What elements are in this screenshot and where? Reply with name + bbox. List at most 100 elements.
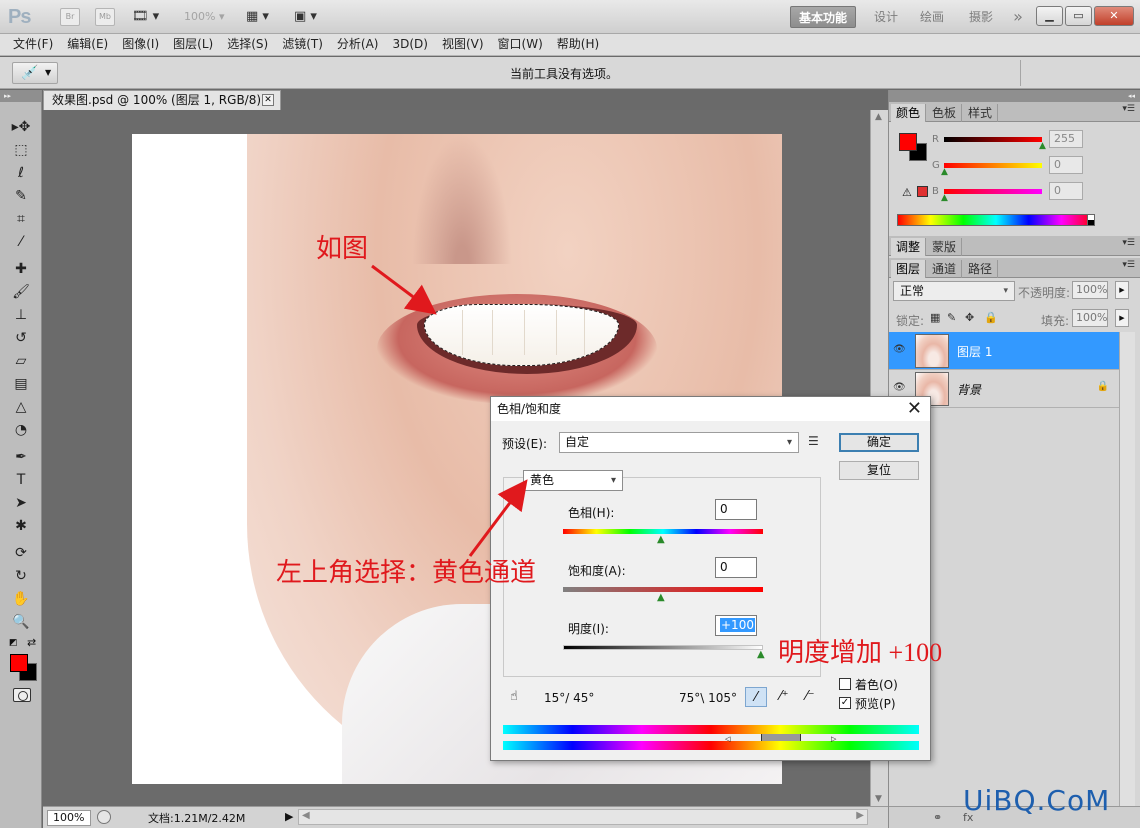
close-icon[interactable]: ✕: [1094, 6, 1134, 26]
foreground-color-swatch[interactable]: [899, 133, 917, 151]
panel-collapse-icon[interactable]: ▸▸: [0, 90, 41, 102]
menu-select[interactable]: 选择(S): [220, 34, 275, 55]
red-slider[interactable]: [944, 137, 1042, 142]
quick-selection-tool-icon[interactable]: ✎: [8, 185, 34, 207]
tab-paths[interactable]: 路径: [963, 260, 999, 278]
preview-checkbox[interactable]: ✓: [839, 697, 851, 709]
scroll-right-icon[interactable]: ▶: [856, 810, 864, 821]
pen-tool-icon[interactable]: ✒: [8, 446, 34, 468]
tab-channels[interactable]: 通道: [927, 260, 963, 278]
tab-styles[interactable]: 样式: [963, 104, 999, 122]
link-layers-icon[interactable]: ⚭: [933, 811, 942, 824]
saturation-slider-thumb[interactable]: ▲: [657, 592, 665, 603]
eyedropper-icon[interactable]: ⁄: [745, 687, 767, 707]
lightness-slider-track[interactable]: [563, 645, 763, 650]
zoom-tool-icon[interactable]: 🔍: [8, 611, 34, 633]
red-slider-thumb[interactable]: ▲: [1039, 141, 1046, 151]
tab-adjustments[interactable]: 调整: [891, 238, 927, 256]
tab-layers[interactable]: 图层: [891, 260, 927, 278]
lightness-input[interactable]: +100: [715, 615, 757, 636]
eyedropper-tool-icon[interactable]: ⁄: [8, 231, 34, 253]
menu-edit[interactable]: 编辑(E): [60, 34, 115, 55]
green-value[interactable]: 0: [1049, 156, 1083, 174]
3d-rotate-tool-icon[interactable]: ⟳: [8, 542, 34, 564]
blend-mode-select[interactable]: 正常 ▾: [893, 281, 1015, 301]
lightness-slider-thumb[interactable]: ▲: [757, 649, 765, 660]
green-slider-thumb[interactable]: ▲: [941, 167, 948, 177]
3d-orbit-tool-icon[interactable]: ↻: [8, 565, 34, 587]
type-tool-icon[interactable]: T: [8, 469, 34, 491]
eyedropper-minus-icon[interactable]: ⁄⁻: [799, 687, 821, 707]
path-selection-tool-icon[interactable]: ➤: [8, 492, 34, 514]
maximize-icon[interactable]: ▭: [1065, 6, 1092, 26]
hue-input[interactable]: 0: [715, 499, 757, 520]
colorize-checkbox[interactable]: [839, 678, 851, 690]
foreground-color-swatch[interactable]: [10, 654, 28, 672]
clone-stamp-tool-icon[interactable]: ⊥: [8, 304, 34, 326]
channel-select[interactable]: 黄色 ▾: [523, 470, 623, 491]
menu-file[interactable]: 文件(F): [6, 34, 60, 55]
tool-preset-picker[interactable]: 💉 ▼: [12, 62, 58, 84]
panel-collapse-icon[interactable]: ◂◂: [889, 90, 1140, 102]
move-tool-icon[interactable]: ▸✥: [8, 116, 34, 138]
reset-button[interactable]: 复位: [839, 461, 919, 480]
dodge-tool-icon[interactable]: ◔: [8, 419, 34, 441]
menu-3d[interactable]: 3D(D): [385, 34, 434, 55]
workspace-photography[interactable]: 摄影: [963, 6, 999, 28]
lock-position-icon[interactable]: ✥: [965, 311, 974, 324]
opacity-arrow-icon[interactable]: ▶: [1115, 281, 1129, 299]
mini-bridge-button[interactable]: Mb: [95, 8, 115, 26]
preset-options-icon[interactable]: ☰: [808, 434, 819, 448]
blue-slider[interactable]: [944, 189, 1042, 194]
arrange-documents-icon[interactable]: ▦ ▾: [246, 8, 269, 26]
workspace-painting[interactable]: 绘画: [914, 6, 950, 28]
gradient-tool-icon[interactable]: ▤: [8, 373, 34, 395]
scroll-down-icon[interactable]: ▼: [875, 794, 882, 804]
panel-menu-icon[interactable]: ▾☰: [1122, 238, 1135, 248]
workspace-essentials[interactable]: 基本功能: [790, 6, 856, 28]
saturation-input[interactable]: 0: [715, 557, 757, 578]
lock-all-icon[interactable]: 🔒: [984, 311, 998, 324]
zoom-field[interactable]: 100%: [47, 810, 91, 826]
zoom-level-menu[interactable]: 100% ▾: [184, 10, 224, 23]
view-extras-icon[interactable]: 🎞 ▾: [132, 8, 159, 26]
blur-tool-icon[interactable]: △: [8, 396, 34, 418]
default-colors-icon[interactable]: ◩: [9, 638, 18, 648]
layer-row[interactable]: 👁 图层 1: [889, 332, 1119, 370]
tab-swatches[interactable]: 色板: [927, 104, 963, 122]
status-info-icon[interactable]: [97, 810, 111, 824]
tab-masks[interactable]: 蒙版: [927, 238, 963, 256]
scroll-left-icon[interactable]: ◀: [302, 810, 310, 821]
minimize-icon[interactable]: ▁: [1036, 6, 1063, 26]
green-slider[interactable]: [944, 163, 1042, 168]
panel-menu-icon[interactable]: ▾☰: [1122, 260, 1135, 270]
target-adjust-hand-icon[interactable]: ☝: [503, 687, 525, 707]
scroll-up-icon[interactable]: ▲: [875, 112, 882, 122]
hue-slider-thumb[interactable]: ▲: [657, 534, 665, 545]
healing-brush-tool-icon[interactable]: ✚: [8, 258, 34, 280]
eye-icon[interactable]: 👁: [893, 344, 906, 355]
menu-analysis[interactable]: 分析(A): [330, 34, 386, 55]
fill-arrow-icon[interactable]: ▶: [1115, 309, 1129, 327]
blue-value[interactable]: 0: [1049, 182, 1083, 200]
more-workspaces-icon[interactable]: »: [1006, 6, 1030, 28]
layers-scrollbar[interactable]: [1119, 332, 1135, 806]
preset-select[interactable]: 自定 ▾: [559, 432, 799, 453]
menu-help[interactable]: 帮助(H): [550, 34, 606, 55]
fill-input[interactable]: 100%: [1072, 309, 1108, 327]
history-brush-tool-icon[interactable]: ↺: [8, 327, 34, 349]
workspace-design[interactable]: 设计: [868, 6, 904, 28]
menu-layer[interactable]: 图层(L): [166, 34, 220, 55]
opacity-input[interactable]: 100%: [1072, 281, 1108, 299]
document-tab[interactable]: 效果图.psd @ 100% (图层 1, RGB/8) * ✕: [43, 90, 281, 110]
screen-mode-icon[interactable]: ▣ ▾: [294, 8, 317, 26]
black-white-ramp[interactable]: [1087, 214, 1095, 226]
eye-icon[interactable]: 👁: [893, 382, 906, 393]
close-icon[interactable]: ✕: [907, 398, 922, 420]
tab-color[interactable]: 颜色: [891, 104, 927, 122]
lasso-tool-icon[interactable]: ℓ: [8, 162, 34, 184]
range-left-handle[interactable]: ◁: [725, 735, 730, 743]
warning-icon[interactable]: ⚠: [902, 186, 912, 199]
quick-mask-icon[interactable]: [13, 688, 31, 702]
blue-slider-thumb[interactable]: ▲: [941, 193, 948, 203]
